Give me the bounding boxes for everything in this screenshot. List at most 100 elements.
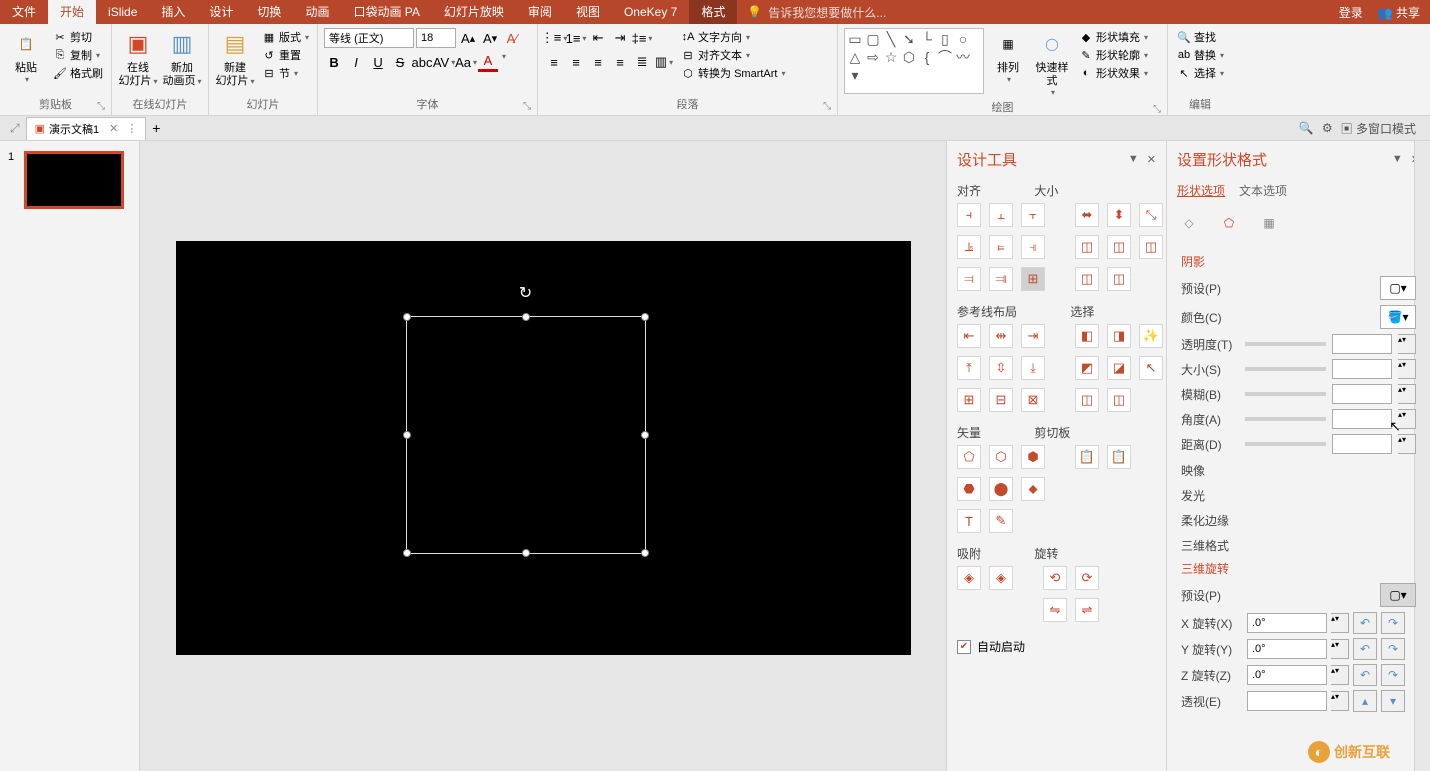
format-pane-dropdown-icon[interactable]: ▼ [1392, 153, 1403, 166]
shape-rounded-icon[interactable]: ▢ [865, 31, 881, 47]
menu-tab-slideshow[interactable]: 幻灯片放映 [432, 0, 516, 24]
sel-tool-7[interactable]: ◫ [1075, 388, 1099, 412]
tab-shape-options[interactable]: 形状选项 [1177, 182, 1225, 199]
align-bottom-tool[interactable]: ⫣ [1021, 235, 1045, 259]
underline-button[interactable]: U [368, 52, 388, 72]
shadow-text-button[interactable]: abc [412, 52, 432, 72]
guide-bottom-tool[interactable]: ⤓ [1021, 356, 1045, 380]
guide-tool-9[interactable]: ⊠ [1021, 388, 1045, 412]
shadow-preset-button[interactable]: ▢▾ [1380, 276, 1416, 300]
guide-tool-7[interactable]: ⊞ [957, 388, 981, 412]
pane-dropdown-icon[interactable]: ▼ [1128, 153, 1139, 166]
close-tab-icon[interactable]: ✕ [109, 122, 118, 135]
align-right-button[interactable]: ≡ [588, 52, 608, 72]
slide-canvas-area[interactable]: ↻ [140, 141, 946, 771]
resize-handle-ml[interactable] [403, 431, 411, 439]
clip-tool-2[interactable]: 📋 [1107, 445, 1131, 469]
size-tool-6[interactable]: ◫ [1139, 235, 1163, 259]
shape-line-icon[interactable]: ╲ [883, 31, 899, 47]
login-link[interactable]: 登录 [1339, 4, 1363, 21]
zrot-right-button[interactable]: ↷ [1381, 664, 1405, 686]
distribute-button[interactable]: ≣ [632, 52, 652, 72]
reset-button[interactable]: ↺重置 [259, 46, 311, 64]
vec-tool-5[interactable]: ⬤ [989, 477, 1013, 501]
vec-tool-8[interactable]: ✎ [989, 509, 1013, 533]
menu-tab-design[interactable]: 设计 [197, 0, 245, 24]
doc-tabs-expand-icon[interactable]: ⤢ [4, 121, 26, 136]
change-case-button[interactable]: Aa▾ [456, 52, 476, 72]
rot-tool-1[interactable]: ⟲ [1043, 566, 1067, 590]
guide-vcenter-tool[interactable]: ⇳ [989, 356, 1013, 380]
shapes-gallery[interactable]: ▭ ▢ ╲ ➘ └ ▯ ○ △ ⇨ ☆ ⬡ { ⌒ 〰 ▾ [844, 28, 984, 94]
vec-tool-1[interactable]: ⬠ [957, 445, 981, 469]
shadow-color-button[interactable]: 🪣▾ [1380, 305, 1416, 329]
resize-handle-tr[interactable] [641, 313, 649, 321]
snap-tool-2[interactable]: ◈ [989, 566, 1013, 590]
menu-tab-islide[interactable]: iSlide [96, 0, 149, 24]
shadow-size-input[interactable] [1332, 359, 1392, 379]
xrot-right-button[interactable]: ↷ [1381, 612, 1405, 634]
find-button[interactable]: 🔍查找 [1174, 28, 1226, 46]
shape-rect-icon[interactable]: ▭ [847, 31, 863, 47]
shape-arc-icon[interactable]: ⌒ [937, 49, 953, 65]
text-direction-button[interactable]: ↕A文字方向▾ [678, 28, 787, 46]
xrot-left-button[interactable]: ↶ [1353, 612, 1377, 634]
yrot-right-button[interactable]: ↷ [1381, 638, 1405, 660]
effects-tab-icon[interactable]: ⬠ [1217, 211, 1241, 235]
format3d-heading[interactable]: 三维格式 [1181, 537, 1416, 554]
distance-spin[interactable]: ▴▾ [1398, 434, 1416, 454]
zrot-input[interactable] [1247, 665, 1327, 685]
font-name-select[interactable] [324, 28, 414, 48]
sel-tool-3[interactable]: ✨ [1139, 324, 1163, 348]
snap-tool-1[interactable]: ◈ [957, 566, 981, 590]
vec-tool-2[interactable]: ⬡ [989, 445, 1013, 469]
font-launcher[interactable]: ⤡ [523, 101, 531, 112]
menu-tab-review[interactable]: 审阅 [516, 0, 564, 24]
shape-triangle-icon[interactable]: △ [847, 49, 863, 65]
transparency-slider[interactable] [1245, 342, 1326, 346]
menu-tab-onekey[interactable]: OneKey 7 [612, 0, 689, 24]
bullets-button[interactable]: ⋮≡▾ [544, 28, 564, 48]
increase-font-button[interactable]: A▴ [458, 28, 478, 48]
fill-line-tab-icon[interactable]: ◇ [1177, 211, 1201, 235]
menu-tab-format[interactable]: 格式 [689, 0, 737, 24]
sel-tool-2[interactable]: ◨ [1107, 324, 1131, 348]
sel-tool-5[interactable]: ◪ [1107, 356, 1131, 380]
format-painter-button[interactable]: 🖌格式刷 [50, 64, 105, 82]
resize-handle-bl[interactable] [403, 549, 411, 557]
tell-me-search[interactable]: 💡 告诉我您想要做什么... [737, 4, 1338, 21]
share-button[interactable]: 👥 共享 [1378, 4, 1420, 21]
guide-left-tool[interactable]: ⇤ [957, 324, 981, 348]
shape-connector-icon[interactable]: └ [919, 31, 935, 47]
blur-slider[interactable] [1245, 392, 1326, 396]
menu-tab-transitions[interactable]: 切换 [245, 0, 293, 24]
guide-right-tool[interactable]: ⇥ [1021, 324, 1045, 348]
size-width-tool[interactable]: ⬌ [1075, 203, 1099, 227]
new-anim-page-button[interactable]: ▥ 新加动画页▾ [162, 28, 202, 88]
menu-tab-file[interactable]: 文件 [0, 0, 48, 24]
size-props-tab-icon[interactable]: ▦ [1257, 211, 1281, 235]
size-tool-5[interactable]: ◫ [1107, 235, 1131, 259]
online-slides-button[interactable]: ▣ 在线幻灯片▾ [118, 28, 158, 88]
clear-format-button[interactable]: A⁄ [502, 28, 522, 48]
blur-input[interactable] [1332, 384, 1392, 404]
angle-input[interactable] [1332, 409, 1392, 429]
multi-window-button[interactable]: ▣ 多窗口模式 [1341, 120, 1416, 137]
persp-input[interactable] [1247, 691, 1327, 711]
reflection-heading[interactable]: 映像 [1181, 462, 1416, 479]
yrot-spin[interactable]: ▴▾ [1331, 639, 1349, 659]
sel-tool-8[interactable]: ◫ [1107, 388, 1131, 412]
copy-button[interactable]: ⎘复制▾ [50, 46, 105, 64]
guide-hcenter-tool[interactable]: ⇹ [989, 324, 1013, 348]
zrot-left-button[interactable]: ↶ [1353, 664, 1377, 686]
menu-tab-home[interactable]: 开始 [48, 0, 96, 24]
resize-handle-tc[interactable] [522, 313, 530, 321]
distance-input[interactable] [1332, 434, 1392, 454]
doc-tab-active[interactable]: ▣ 演示文稿1 ✕ ⋮ [26, 117, 147, 140]
rotation3d-heading[interactable]: 三维旋转 [1181, 560, 1416, 577]
cut-button[interactable]: ✂剪切 [50, 28, 105, 46]
yrot-input[interactable] [1247, 639, 1327, 659]
distance-slider[interactable] [1245, 442, 1326, 446]
menu-tab-pocket[interactable]: 口袋动画 PA [341, 0, 431, 24]
smartart-button[interactable]: ⬡转换为 SmartArt▾ [678, 64, 787, 82]
